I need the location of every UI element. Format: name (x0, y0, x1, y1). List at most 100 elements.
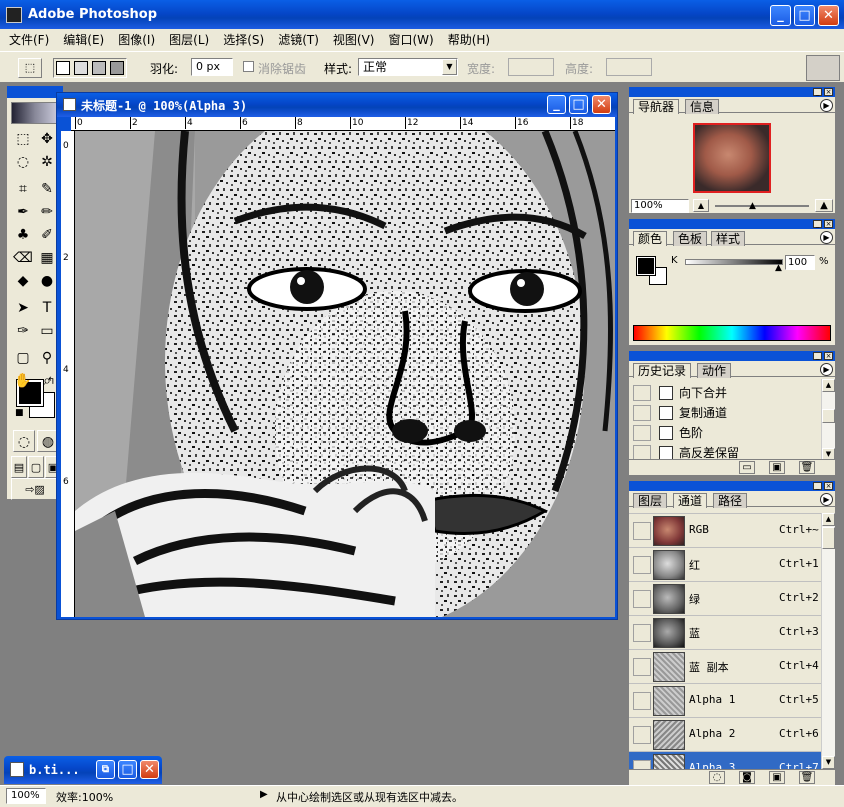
doc-maximize-button[interactable]: □ (569, 95, 588, 114)
zoom-icon[interactable]: ⌕ (36, 370, 58, 392)
chevron-down-icon[interactable]: ▼ (442, 59, 457, 75)
move-icon[interactable]: ✥ (36, 128, 58, 150)
document-title-bar[interactable]: 未标题-1 @ 100%(Alpha 3) _ □ ✕ (57, 93, 617, 117)
shape-icon[interactable]: ▭ (36, 320, 58, 342)
dodge-icon[interactable]: ● (36, 270, 58, 292)
eye-icon[interactable] (633, 624, 651, 642)
new-snapshot-icon[interactable]: ▣ (769, 461, 785, 474)
tab-paths[interactable]: 路径 (713, 493, 748, 508)
eye-icon[interactable] (633, 726, 651, 744)
snapshot-source-icon[interactable] (633, 385, 651, 401)
eye-icon[interactable] (633, 556, 651, 574)
k-slider-thumb[interactable]: ▲ (775, 263, 782, 273)
style-select[interactable]: 正常 ▼ (358, 58, 458, 76)
pen-icon[interactable]: ✑ (12, 320, 34, 342)
panel-close-icon[interactable]: × (824, 88, 833, 96)
tab-color[interactable]: 颜色 (633, 231, 668, 246)
minimized-document[interactable]: b.ti... ⧉ □ ✕ (4, 756, 162, 784)
scroll-up-icon[interactable]: ▲ (822, 379, 835, 392)
zoom-slider[interactable] (715, 205, 809, 207)
toolbox-title-bar[interactable] (7, 86, 63, 98)
jump-to-imageready-icon[interactable]: ⇨▨ (11, 478, 59, 500)
eye-icon[interactable] (633, 522, 651, 540)
zoom-in-icon[interactable]: ▲ (815, 199, 833, 212)
panel-minimize-icon[interactable]: _ (813, 88, 822, 96)
panel-menu-icon[interactable]: ▶ (820, 231, 833, 244)
menu-item-2[interactable]: 图像(I) (111, 29, 162, 51)
brush-icon[interactable]: ✒ (12, 201, 34, 223)
snapshot-source-icon[interactable] (633, 405, 651, 421)
navigator-title-bar[interactable]: _ × (629, 87, 835, 97)
doc-minimize-button[interactable]: _ (547, 95, 566, 114)
mini-maximize-button[interactable]: □ (118, 760, 137, 779)
gradient-icon[interactable]: ▦ (36, 247, 58, 269)
status-arrow-icon[interactable]: ▶ (260, 789, 268, 800)
history-item[interactable]: 色阶 (629, 423, 821, 443)
height-input[interactable] (606, 58, 652, 76)
panel-minimize-icon[interactable]: _ (813, 352, 822, 360)
tab-swatches[interactable]: 色板 (673, 231, 708, 246)
palette-well[interactable] (806, 55, 840, 81)
channel-row[interactable]: Alpha 2 Ctrl+6 (629, 717, 821, 751)
mini-close-button[interactable]: ✕ (140, 760, 159, 779)
eye-icon[interactable] (633, 658, 651, 676)
eyedropper-icon[interactable]: ⚲ (36, 347, 58, 369)
trash-icon[interactable]: 🗑 (799, 771, 815, 784)
menu-item-1[interactable]: 编辑(E) (56, 29, 111, 51)
color-ramp[interactable] (633, 325, 831, 341)
new-channel-icon[interactable]: ▣ (769, 771, 785, 784)
channel-row[interactable]: Alpha 1 Ctrl+5 (629, 683, 821, 717)
ruler-vertical[interactable]: 0 2 4 6 (61, 131, 75, 617)
crop-icon[interactable]: ⌗ (12, 178, 34, 200)
panel-minimize-icon[interactable]: _ (813, 482, 822, 490)
scroll-thumb[interactable] (822, 409, 835, 423)
type-icon[interactable]: T (36, 297, 58, 319)
add-selection-icon[interactable] (74, 61, 88, 75)
menu-item-0[interactable]: 文件(F) (2, 29, 56, 51)
rect-marquee-icon[interactable]: ⬚ (12, 128, 34, 150)
scroll-up-icon[interactable]: ▲ (822, 513, 835, 526)
magic-wand-icon[interactable]: ✲ (36, 151, 58, 173)
screen-mode-full-menu-icon[interactable]: ▢ (28, 456, 44, 478)
standard-mode-icon[interactable]: ◌ (13, 430, 35, 452)
history-brush-icon[interactable]: ✐ (36, 224, 58, 246)
zoom-out-icon[interactable]: ▲ (693, 199, 709, 212)
width-input[interactable] (508, 58, 554, 76)
snapshot-source-icon[interactable] (633, 425, 651, 441)
adobe-online-icon[interactable] (11, 102, 59, 124)
screen-mode-standard-icon[interactable]: ▤ (11, 456, 27, 478)
pencil-icon[interactable]: ✏ (36, 201, 58, 223)
channel-row[interactable]: Alpha 3 Ctrl+7 (629, 751, 821, 769)
k-slider-track[interactable] (685, 259, 783, 265)
feather-input[interactable]: 0 px (191, 58, 233, 76)
restore-button[interactable]: ⧉ (96, 760, 115, 779)
tab-info[interactable]: 信息 (685, 99, 720, 114)
notes-icon[interactable]: ▢ (12, 347, 34, 369)
path-select-icon[interactable]: ➤ (12, 297, 34, 319)
selection-mode-group[interactable] (53, 58, 127, 78)
scroll-down-icon[interactable]: ▼ (822, 756, 835, 769)
history-item[interactable]: 向下合并 (629, 383, 821, 403)
marquee-preset-icon[interactable]: ⬚ (18, 58, 42, 78)
menu-item-4[interactable]: 选择(S) (216, 29, 271, 51)
navigator-thumbnail[interactable] (693, 123, 771, 193)
tab-navigator[interactable]: 导航器 (633, 99, 680, 114)
channel-row[interactable]: 蓝 Ctrl+3 (629, 615, 821, 649)
channels-scrollbar[interactable]: ▲ ▼ (821, 513, 835, 769)
k-value-input[interactable]: 100 (785, 255, 815, 270)
panel-menu-icon[interactable]: ▶ (820, 363, 833, 376)
trash-icon[interactable]: 🗑 (799, 461, 815, 474)
new-selection-icon[interactable] (56, 61, 70, 75)
panel-minimize-icon[interactable]: _ (813, 220, 822, 228)
doc-close-button[interactable]: ✕ (592, 95, 611, 114)
menu-item-6[interactable]: 视图(V) (326, 29, 382, 51)
eye-icon[interactable] (633, 692, 651, 710)
menu-item-7[interactable]: 窗口(W) (381, 29, 440, 51)
hand-icon[interactable]: ✋ (12, 370, 34, 392)
navigator-zoom-field[interactable]: 100% (631, 199, 689, 213)
clone-stamp-icon[interactable]: ♣ (12, 224, 34, 246)
load-selection-icon[interactable]: ◌ (709, 771, 725, 784)
panel-close-icon[interactable]: × (824, 482, 833, 490)
maximize-button[interactable]: □ (794, 5, 815, 26)
channel-row[interactable]: RGB Ctrl+~ (629, 513, 821, 547)
